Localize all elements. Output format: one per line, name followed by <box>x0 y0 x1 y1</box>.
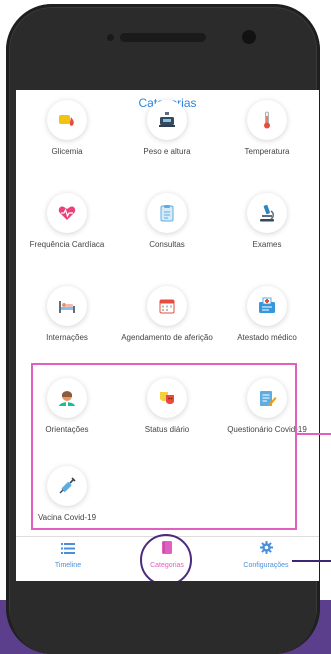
category-consultas[interactable]: Consultas <box>117 193 217 250</box>
microscope-icon <box>247 193 287 233</box>
category-glicemia[interactable]: Glicemia <box>17 100 117 157</box>
scale-icon <box>147 100 187 140</box>
sensor-dot <box>107 34 114 41</box>
category-exames[interactable]: Exames <box>217 193 317 250</box>
category-agendamento-afericao[interactable]: Agendamento de aferição <box>117 286 217 343</box>
tab-configuracoes[interactable]: Configurações <box>216 541 316 569</box>
category-label: Temperatura <box>244 147 290 156</box>
speaker-grille <box>120 33 206 42</box>
category-atestado-medico[interactable]: Atestado médico <box>217 286 317 343</box>
medical-certificate-icon <box>247 286 287 326</box>
calendar-icon <box>147 286 187 326</box>
category-label: Frequência Cardíaca <box>29 240 105 249</box>
category-frequencia-cardiaca[interactable]: Frequência Cardíaca <box>17 193 117 250</box>
active-tab-highlight-ring <box>140 534 192 581</box>
category-label: Atestado médico <box>237 333 297 342</box>
hospital-bed-icon <box>47 286 87 326</box>
category-label: Exames <box>252 240 282 249</box>
list-icon <box>18 541 118 559</box>
category-temperatura[interactable]: Temperatura <box>217 100 317 157</box>
front-camera <box>242 30 256 44</box>
gear-icon <box>216 541 316 559</box>
heart-rate-icon <box>47 193 87 233</box>
highlight-box <box>31 363 297 530</box>
category-label: Peso e altura <box>143 147 191 156</box>
tab-label: Configurações <box>243 562 289 569</box>
category-label: Internações <box>46 333 88 342</box>
callout-line-pink <box>297 433 331 435</box>
category-label: Glicemia <box>51 147 83 156</box>
callout-line-purple <box>292 560 331 562</box>
thermometer-icon <box>247 100 287 140</box>
app-screen: Categorias Glicemia Peso e altura Temper… <box>16 90 319 581</box>
tab-label: Timeline <box>54 562 82 569</box>
clipboard-icon <box>147 193 187 233</box>
category-internacoes[interactable]: Internações <box>17 286 117 343</box>
category-label: Agendamento de aferição <box>121 333 213 342</box>
category-label: Consultas <box>149 240 185 249</box>
category-peso-altura[interactable]: Peso e altura <box>117 100 217 157</box>
tab-timeline[interactable]: Timeline <box>18 541 118 569</box>
glucose-drop-icon <box>47 100 87 140</box>
